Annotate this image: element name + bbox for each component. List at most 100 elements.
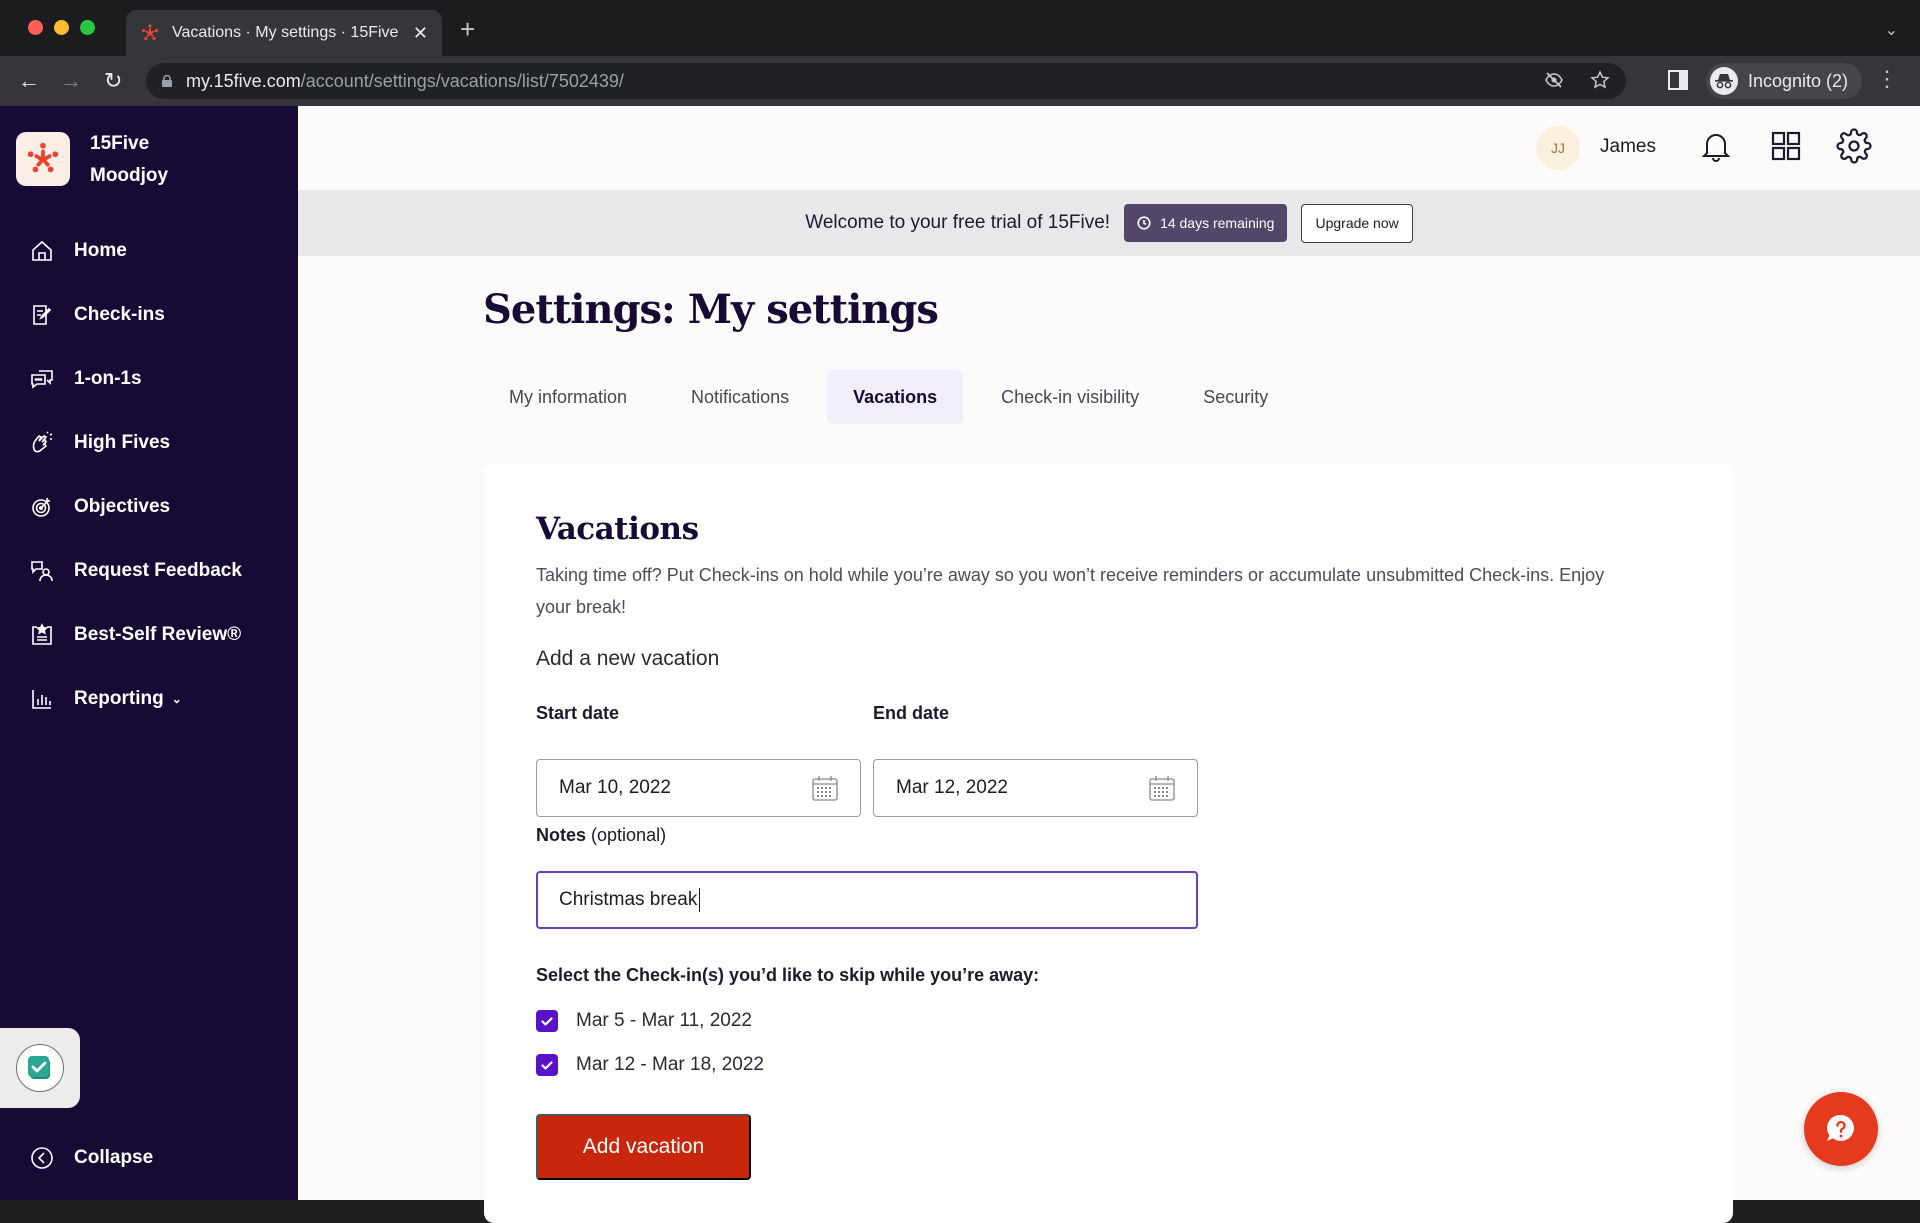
browser-menu-icon[interactable]: ⋮ [1876, 68, 1898, 90]
days-remaining-badge: 14 days remaining [1124, 204, 1288, 242]
collapse-label: Collapse [74, 1147, 154, 1168]
15five-logo-icon [16, 132, 70, 186]
tab-notifications[interactable]: Notifications [665, 370, 815, 424]
forward-arrow-icon[interactable]: → [60, 66, 82, 96]
start-date-field[interactable]: Mar 10, 2022 [536, 759, 861, 817]
sidebar-item-reporting[interactable]: Reporting ⌄ [30, 679, 182, 719]
browser-tab-strip: Vacations · My settings · 15Five ✕ + ⌄ [0, 0, 1920, 56]
help-question-bubble-icon [1827, 1114, 1854, 1141]
tab-search-chevron-icon[interactable]: ⌄ [1885, 20, 1898, 40]
clock-icon [1137, 216, 1151, 230]
checkin-widget-button[interactable] [0, 1028, 80, 1108]
skip-checkins-label: Select the Check-in(s) you’d like to ski… [536, 965, 1040, 985]
browser-tab[interactable]: Vacations · My settings · 15Five ✕ [126, 10, 442, 56]
sidebar-item-1-on-1s[interactable]: 1-on-1s [30, 359, 142, 399]
tab-security[interactable]: Security [1177, 370, 1294, 424]
checkin-option-label: Mar 12 - Mar 18, 2022 [576, 1054, 764, 1075]
window-maximize-button[interactable] [80, 20, 95, 35]
browser-toolbar: ← → ↻ my.15five.com/account/settings/vac… [0, 56, 1920, 106]
high-five-icon [32, 431, 53, 453]
chat-bubbles-icon [31, 370, 53, 389]
sidebar-item-label: High Fives [74, 432, 171, 453]
collapse-sidebar-button[interactable]: Collapse [30, 1146, 153, 1170]
help-chat-button[interactable] [1804, 1092, 1878, 1166]
notes-label-text: Notes [536, 825, 587, 845]
side-panel-icon[interactable] [1668, 70, 1688, 90]
notes-input[interactable]: Christmas break [536, 871, 1198, 929]
tab-my-information[interactable]: My information [483, 370, 653, 424]
checkin-option-label: Mar 5 - Mar 11, 2022 [576, 1010, 753, 1031]
vacations-card: Vacations Taking time off? Put Check-ins… [484, 463, 1733, 1223]
checkbox-checked[interactable] [536, 1010, 558, 1032]
new-tab-button[interactable]: + [460, 16, 475, 42]
window-minimize-button[interactable] [54, 20, 69, 35]
sidebar-item-label: Best-Self Review® [74, 624, 242, 645]
tab-title: Vacations · My settings · 15Five [172, 24, 399, 41]
bell-icon[interactable] [1698, 128, 1734, 164]
incognito-profile-button[interactable]: Incognito (2) [1706, 63, 1863, 99]
incognito-label: Incognito (2) [1748, 70, 1849, 91]
notes-label: Notes (optional) [536, 825, 666, 846]
url-path: /account/settings/vacations/list/7502439… [300, 70, 624, 91]
window-close-button[interactable] [28, 20, 43, 35]
reload-icon[interactable]: ↻ [104, 66, 122, 96]
calendar-icon[interactable] [810, 773, 840, 803]
sidebar-item-objectives[interactable]: Objectives [30, 487, 170, 527]
tab-check-in-visibility[interactable]: Check-in visibility [975, 370, 1165, 424]
sidebar-item-high-fives[interactable]: High Fives [30, 423, 170, 463]
bar-chart-icon [32, 690, 51, 709]
sidebar-item-home[interactable]: Home [30, 231, 127, 271]
sidebar-item-label: Request Feedback [74, 560, 242, 581]
sidebar-item-label: Check-ins [74, 304, 165, 325]
eye-slash-icon[interactable] [1544, 70, 1564, 90]
apps-grid-icon[interactable] [1768, 128, 1804, 164]
sidebar-item-check-ins[interactable]: Check-ins [30, 295, 165, 335]
sidebar-item-best-self-review[interactable]: Best-Self Review® [30, 615, 241, 655]
checkin-option[interactable]: Mar 12 - Mar 18, 2022 [536, 1054, 764, 1076]
days-remaining-text: 14 days remaining [1160, 215, 1275, 231]
company-name: Moodjoy [90, 165, 169, 186]
checkins-icon [33, 305, 52, 325]
incognito-icon [1710, 67, 1738, 95]
start-date-value: Mar 10, 2022 [559, 777, 671, 798]
sidebar-item-label: 1-on-1s [74, 368, 142, 389]
notes-value: Christmas break [559, 889, 698, 910]
gear-icon[interactable] [1836, 128, 1872, 164]
trial-banner: Welcome to your free trial of 15Five! 14… [298, 190, 1920, 256]
vacations-description: Taking time off? Put Check-ins on hold w… [536, 565, 1605, 617]
chevron-down-icon: ⌄ [171, 692, 182, 706]
sidebar-item-label: Objectives [74, 496, 171, 517]
sidebar: 15Five Moodjoy Home Check-ins 1-on-1s Hi… [0, 106, 298, 1200]
vacations-heading: Vacations [536, 511, 699, 547]
home-icon [32, 240, 52, 261]
end-date-label: End date [873, 703, 950, 723]
request-feedback-icon [31, 561, 53, 582]
checkmark-icon [541, 1061, 553, 1070]
url-host: my.15five.com [186, 70, 301, 91]
end-date-value: Mar 12, 2022 [896, 777, 1008, 798]
end-date-field[interactable]: Mar 12, 2022 [873, 759, 1198, 817]
sidebar-item-label: Home [74, 240, 127, 261]
text-cursor [699, 888, 701, 912]
checkbox-checked[interactable] [536, 1054, 558, 1076]
lock-icon [162, 75, 172, 87]
tab-vacations[interactable]: Vacations [827, 370, 964, 424]
avatar[interactable]: JJ [1536, 126, 1580, 170]
sidebar-item-label: Reporting [74, 688, 164, 709]
upgrade-now-button[interactable]: Upgrade now [1301, 203, 1413, 243]
checkin-option[interactable]: Mar 5 - Mar 11, 2022 [536, 1010, 752, 1032]
settings-tabs: My information Notifications Vacations C… [483, 370, 1306, 424]
calendar-icon[interactable] [1147, 773, 1177, 803]
chevron-left-circle-icon [31, 1147, 53, 1169]
bookmark-star-icon[interactable] [1590, 70, 1610, 90]
address-bar[interactable]: my.15five.com/account/settings/vacations… [146, 63, 1626, 99]
brand[interactable]: 15Five Moodjoy [16, 132, 168, 192]
target-icon [32, 498, 50, 517]
add-vacation-button[interactable]: Add vacation [536, 1114, 751, 1180]
back-arrow-icon[interactable]: ← [18, 66, 40, 96]
user-name[interactable]: James [1600, 136, 1656, 158]
checkbox-check-icon [28, 1056, 50, 1079]
main-content: JJ James Welcome to your free trial of 1… [298, 106, 1920, 1223]
close-tab-icon[interactable]: ✕ [413, 23, 428, 44]
sidebar-item-request-feedback[interactable]: Request Feedback [30, 551, 242, 591]
